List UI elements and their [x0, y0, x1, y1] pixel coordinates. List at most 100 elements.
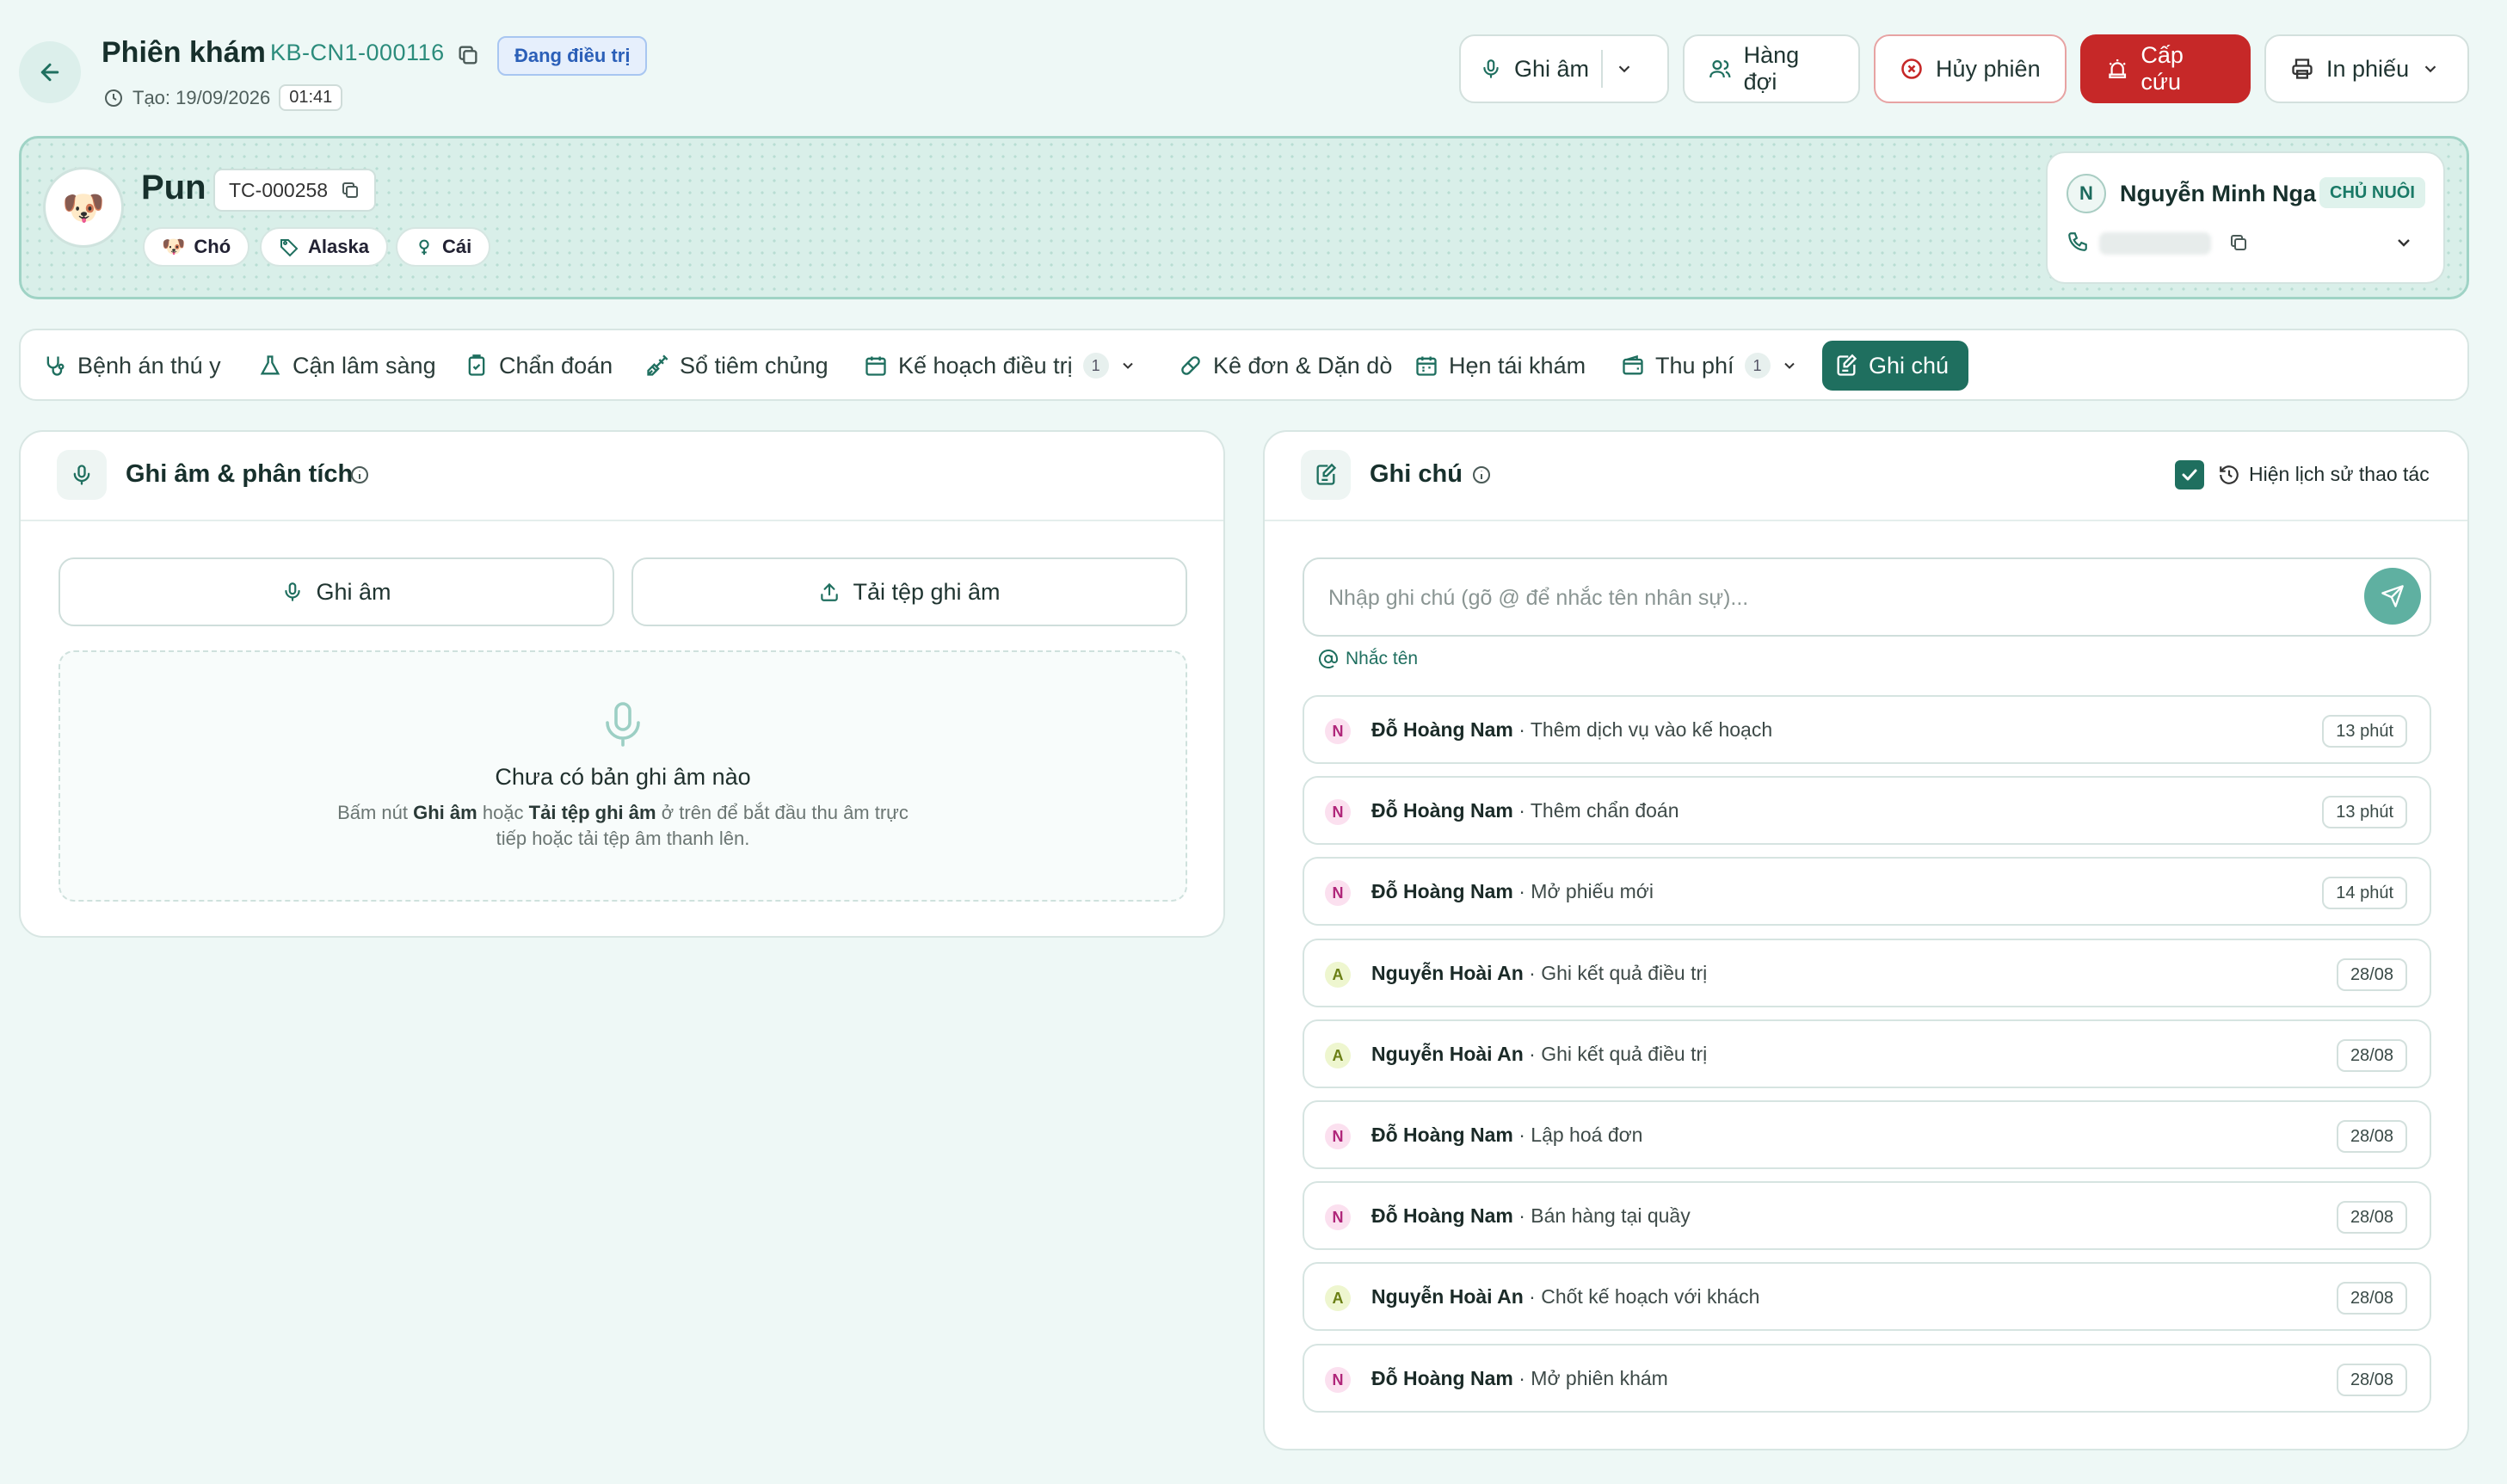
chevron-down-icon	[2424, 65, 2436, 73]
activity-log-text: Đỗ Hoàng Nam · Bán hàng tại quầy	[1371, 1204, 1691, 1228]
cancel-session-button[interactable]: Hủy phiên	[1874, 34, 2067, 103]
activity-log-item: N Đỗ Hoàng Nam · Lập hoá đơn 28/08	[1303, 1100, 2431, 1169]
activity-log-item: A Nguyễn Hoài An · Ghi kết quả điều trị 28…	[1303, 939, 2431, 1007]
queue-button[interactable]: Hàng đợi	[1683, 34, 1860, 103]
pet-name: Pun	[141, 169, 206, 206]
page-title: Phiên khám	[102, 36, 266, 69]
activity-log-user: Đỗ Hoàng Nam	[1371, 1204, 1513, 1227]
empty-desc-text: ở trên để bắt đầu thu âm trực	[661, 802, 909, 823]
sex-tag: Cái	[396, 227, 491, 267]
siren-icon	[2109, 59, 2127, 78]
tab-follow-up[interactable]: Hẹn tái khám	[1402, 341, 1598, 391]
status-badge: Đang điều trị	[497, 36, 648, 76]
show-history-checkbox[interactable]	[2175, 460, 2204, 490]
owner-phone-masked	[2099, 232, 2211, 255]
pet-code: TC-000258	[213, 169, 377, 212]
back-button[interactable]	[19, 41, 81, 103]
pet-avatar: 🐶	[43, 167, 124, 248]
tab-label: Cận lâm sàng	[293, 352, 436, 379]
users-icon	[1709, 60, 1731, 78]
tab-label: Thu phí	[1655, 352, 1734, 379]
activity-log-time: 13 phút	[2322, 796, 2407, 828]
calendar-icon	[865, 356, 886, 376]
history-icon	[2218, 464, 2240, 486]
emergency-button[interactable]: Cấp cứu	[2080, 34, 2251, 103]
activity-log-item: N Đỗ Hoàng Nam · Bán hàng tại quầy 28/08	[1303, 1181, 2431, 1250]
tab-notes[interactable]: Ghi chú	[1822, 341, 1968, 391]
activity-log-text: Nguyễn Hoài An · Ghi kết quả điều trị	[1371, 962, 1707, 985]
copy-session-code-icon[interactable]	[456, 43, 480, 67]
record-button-group: Ghi âm	[1459, 34, 1669, 103]
info-icon[interactable]	[349, 465, 370, 485]
arrow-left-icon	[40, 63, 59, 82]
breed-tag: Alaska	[260, 227, 388, 267]
print-button[interactable]: In phiếu	[2264, 34, 2469, 103]
tab-diagnosis[interactable]: Chẩn đoán	[453, 341, 625, 391]
activity-log-item: N Đỗ Hoàng Nam · Thêm chẩn đoán 13 phút	[1303, 776, 2431, 845]
owner-expand-chevron-icon[interactable]	[2393, 232, 2414, 253]
mention-button[interactable]: Nhắc tên	[1318, 649, 1418, 669]
empty-desc-text: tiếp hoặc tải tệp âm thanh lên.	[496, 828, 750, 849]
tab-label: Kế hoạch điều trị	[898, 352, 1073, 379]
tab-prescription[interactable]: Kê đơn & Dặn dò	[1167, 341, 1404, 391]
activity-log-time: 14 phút	[2322, 877, 2407, 909]
calendar-icon	[1416, 356, 1437, 376]
species-label: Chó	[194, 236, 231, 257]
at-sign-icon	[1319, 650, 1338, 668]
empty-desc-bold: Tải tệp ghi âm	[528, 802, 656, 823]
activity-log-text: Đỗ Hoàng Nam · Mở phiếu mới	[1371, 880, 1654, 903]
clock-icon	[105, 89, 122, 107]
avatar: N	[1325, 1367, 1351, 1393]
check-icon	[2182, 469, 2197, 481]
activity-log-action: · Thêm chẩn đoán	[1518, 799, 1679, 822]
info-icon[interactable]	[1471, 465, 1492, 485]
queue-label: Hàng đợi	[1743, 42, 1800, 95]
x-circle-icon	[1901, 58, 1922, 79]
tab-medical-record[interactable]: Bệnh án thú y	[31, 341, 233, 391]
tab-label: Bệnh án thú y	[77, 352, 221, 379]
note-input[interactable]	[1328, 580, 2326, 616]
owner-avatar: N	[2067, 174, 2106, 213]
tab-treatment-plan[interactable]: Kế hoạch điều trị 1	[852, 341, 1149, 391]
activity-log-action: · Chốt kế hoạch với khách	[1529, 1285, 1760, 1308]
activity-log-time: 28/08	[2336, 958, 2407, 991]
tab-billing[interactable]: Thu phí 1	[1609, 341, 1810, 391]
record-dropdown-toggle[interactable]	[1615, 59, 1634, 78]
tab-count-badge: 1	[1082, 353, 1109, 379]
microphone-placeholder-icon	[602, 700, 644, 748]
header-record-button[interactable]: Ghi âm	[1514, 56, 1589, 83]
avatar: A	[1325, 962, 1351, 988]
copy-phone-icon[interactable]	[2228, 232, 2249, 253]
upload-icon	[821, 582, 839, 601]
start-recording-button[interactable]: Ghi âm	[59, 557, 614, 626]
activity-log-text: Đỗ Hoàng Nam · Thêm dịch vụ vào kế hoạch	[1371, 718, 1772, 742]
wallet-icon	[1623, 354, 1643, 375]
empty-title: Chưa có bản ghi âm nào	[495, 764, 751, 790]
activity-log-user: Đỗ Hoàng Nam	[1371, 799, 1513, 822]
show-history-label[interactable]: Hiện lịch sử thao tác	[2249, 463, 2430, 486]
activity-log-user: Nguyễn Hoài An	[1371, 1043, 1524, 1065]
created-time: 01:41	[279, 84, 343, 111]
activity-log-time: 28/08	[2336, 1120, 2407, 1153]
divider	[1601, 50, 1604, 88]
avatar: A	[1325, 1043, 1351, 1068]
copy-pet-code-icon[interactable]	[340, 180, 360, 200]
stethoscope-icon	[46, 356, 65, 376]
microphone-icon	[57, 450, 107, 500]
owner-card[interactable]	[2046, 151, 2445, 284]
activity-log-action: · Mở phiếu mới	[1518, 880, 1654, 902]
activity-log-item: A Nguyễn Hoài An · Chốt kế hoạch với khác…	[1303, 1262, 2431, 1331]
empty-desc-bold: Ghi âm	[413, 802, 477, 823]
print-label: In phiếu	[2326, 55, 2410, 82]
empty-desc-text: Bấm nút	[337, 802, 408, 823]
upload-recording-button[interactable]: Tải tệp ghi âm	[631, 557, 1187, 626]
activity-log-user: Đỗ Hoàng Nam	[1371, 880, 1513, 902]
send-note-button[interactable]	[2364, 568, 2421, 625]
pet-code-value: TC-000258	[229, 178, 329, 201]
divider	[1265, 520, 2467, 521]
tab-vaccination[interactable]: Sổ tiêm chủng	[633, 341, 841, 391]
activity-log-action: · Mở phiên khám	[1518, 1367, 1668, 1389]
tab-paraclinical[interactable]: Cận lâm sàng	[246, 341, 448, 391]
start-recording-label: Ghi âm	[316, 578, 391, 605]
activity-log-user: Nguyễn Hoài An	[1371, 962, 1524, 984]
